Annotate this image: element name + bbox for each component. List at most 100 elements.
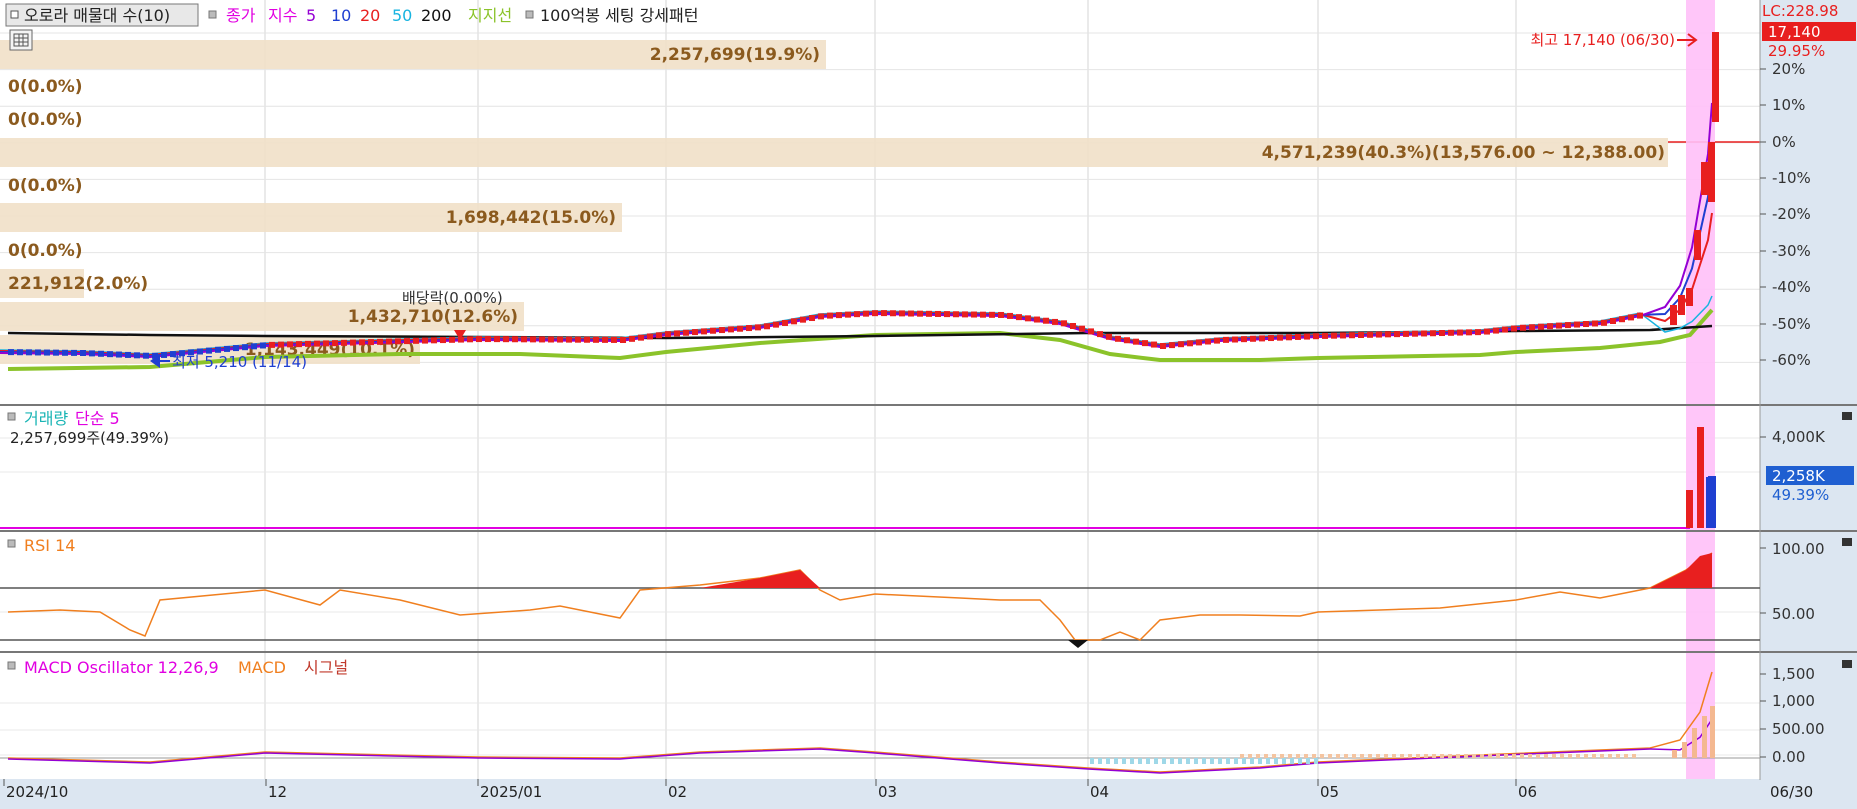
panel-close-icon	[1842, 660, 1852, 668]
macd-histogram-bar	[1314, 758, 1318, 764]
candle	[1070, 323, 1076, 329]
candle	[1493, 327, 1499, 334]
candle	[818, 313, 824, 320]
macd-histogram-bar	[1210, 758, 1214, 764]
candle	[890, 310, 896, 317]
candle	[1313, 333, 1319, 340]
candle	[1511, 325, 1517, 332]
candle	[575, 336, 581, 343]
candle	[143, 352, 149, 359]
macd-label: MACD	[238, 658, 286, 677]
macd-histogram-bar	[1114, 758, 1118, 764]
macd-histogram-bar	[1296, 754, 1300, 758]
ma-type: 지수	[268, 6, 297, 25]
macd-histogram-bar	[1250, 758, 1254, 764]
candle	[1079, 325, 1085, 332]
volume-profile-label: 0(0.0%)	[8, 110, 83, 130]
rsi-tick-label: 50.00	[1772, 605, 1815, 623]
volume-bar	[1697, 427, 1704, 528]
candle	[611, 336, 617, 343]
candle	[1133, 338, 1139, 345]
macd-histogram-bar	[1106, 758, 1110, 764]
volume-tick-label: 4,000K	[1772, 428, 1826, 446]
candle	[1052, 318, 1058, 325]
candle	[62, 349, 68, 356]
candle	[1701, 162, 1708, 195]
candle	[1448, 329, 1454, 336]
candle	[1457, 329, 1463, 336]
candle	[386, 338, 392, 345]
macd-histogram-bar	[1130, 758, 1134, 764]
candle	[1124, 337, 1130, 344]
volume-current-pct: 49.39%	[1772, 486, 1829, 504]
candle	[1241, 336, 1247, 343]
high-annotation: 최고 17,140 (06/30)	[1530, 31, 1675, 49]
candle	[503, 336, 509, 343]
table-toggle-button[interactable]	[9, 29, 33, 51]
candle	[1367, 331, 1373, 338]
candle	[1708, 142, 1715, 202]
candle	[557, 336, 563, 343]
candle	[638, 334, 644, 341]
candle	[476, 336, 482, 343]
volume-profile-label: 0(0.0%)	[8, 77, 83, 97]
macd-histogram-bar	[1432, 754, 1436, 758]
candle	[1686, 288, 1693, 306]
panel-close-icon	[1842, 538, 1852, 546]
candle	[800, 316, 806, 323]
candle	[134, 352, 140, 359]
signal-label: 시그널	[304, 658, 348, 677]
macd-histogram-bar	[1600, 754, 1604, 758]
candle	[710, 327, 716, 334]
candle	[1196, 339, 1202, 346]
macd-histogram-bar	[1178, 758, 1182, 764]
candle	[566, 336, 572, 343]
macd-histogram-bar	[1344, 754, 1348, 758]
candle	[1160, 343, 1166, 349]
price-tick-label: -30%	[1772, 242, 1811, 260]
candle	[872, 310, 878, 317]
candle	[71, 349, 77, 356]
candle	[953, 311, 959, 318]
candle	[962, 311, 968, 318]
macd-histogram-bar	[1282, 758, 1286, 764]
macd-histogram-bar	[1392, 754, 1396, 758]
candle	[260, 342, 266, 349]
candle	[494, 336, 500, 343]
candle	[1034, 316, 1040, 323]
macd-title: MACD Oscillator 12,26,9	[24, 658, 219, 677]
time-label: 2024/10	[6, 783, 68, 801]
candle	[1694, 230, 1701, 260]
candle	[341, 339, 347, 346]
candle	[1259, 335, 1265, 342]
candle	[1466, 329, 1472, 336]
price-tick-label: -10%	[1772, 169, 1811, 187]
candle	[1601, 319, 1607, 326]
candle	[368, 339, 374, 346]
macd-histogram-bar	[1624, 754, 1628, 758]
volume-bar	[1708, 476, 1716, 528]
candle	[1484, 328, 1490, 335]
candle	[1547, 323, 1553, 330]
candle	[404, 338, 410, 345]
candle	[485, 336, 491, 343]
candle	[764, 323, 770, 330]
candle	[1403, 330, 1409, 337]
macd-histogram-bar	[1304, 754, 1308, 758]
candle	[359, 339, 365, 346]
macd-histogram-bar	[1194, 758, 1198, 764]
ma-legend-icon	[208, 10, 217, 19]
ma-period-20: 20	[360, 6, 380, 25]
price-tick-label: -20%	[1772, 205, 1811, 223]
time-label: 06	[1518, 783, 1537, 801]
candle	[512, 336, 518, 343]
macd-histogram-bar	[1472, 754, 1476, 758]
macd-histogram-bar	[1552, 754, 1556, 758]
candle	[125, 351, 131, 358]
macd-histogram-bar	[1242, 758, 1246, 764]
macd-histogram-bar	[1702, 716, 1707, 758]
candle	[1520, 324, 1526, 331]
candle	[791, 318, 797, 325]
candle	[971, 311, 977, 318]
candle	[107, 351, 113, 358]
